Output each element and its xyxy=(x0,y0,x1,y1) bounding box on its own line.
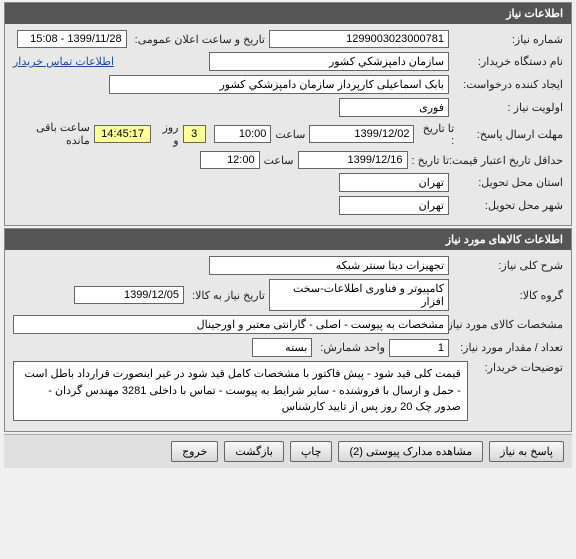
requester-label: ایجاد کننده درخواست: xyxy=(453,78,563,91)
validity-label: حداقل تاریخ اعتبار قیمت: xyxy=(453,154,563,167)
days-label: روز و xyxy=(155,121,178,147)
requester-field: بابک اسماعیلی کارپرداز سازمان دامپزشکي ک… xyxy=(109,75,449,94)
buyer-org-label: نام دستگاه خریدار: xyxy=(453,55,563,68)
unit-label: واحد شمارش: xyxy=(316,341,385,354)
deadline-date: 1399/12/02 xyxy=(309,125,414,143)
province-field: تهران xyxy=(339,173,449,192)
unit-field: بسته xyxy=(252,338,312,357)
respond-button[interactable]: پاسخ به نیاز xyxy=(489,441,564,462)
need-info-header: اطلاعات نیاز xyxy=(5,3,571,24)
specs-field: مشخصات به پیوست - اصلی - گارانتی معتبر و… xyxy=(13,315,449,334)
qty-field: 1 xyxy=(389,339,449,357)
time-label-1: ساعت xyxy=(275,128,305,141)
group-label: گروه کالا: xyxy=(453,289,563,302)
province-label: استان محل تحویل: xyxy=(453,176,563,189)
priority-label: اولویت نیاز : xyxy=(453,101,563,114)
deadline-time: 10:00 xyxy=(214,125,272,143)
attachments-button[interactable]: مشاهده مدارک پیوستی (2) xyxy=(338,441,483,462)
need-info-panel: اطلاعات نیاز شماره نیاز: 129900302300078… xyxy=(4,2,572,226)
days-remaining: 3 xyxy=(183,125,206,143)
specs-label: مشخصات کالای مورد نیاز: xyxy=(453,318,563,331)
validity-time: 12:00 xyxy=(200,151,260,169)
announce-label: تاریخ و ساعت اعلان عمومی: xyxy=(131,33,265,46)
qty-label: تعداد / مقدار مورد نیاز: xyxy=(453,341,563,354)
need-number-field: 1299003023000781 xyxy=(269,30,449,48)
need-date-field: 1399/12/05 xyxy=(74,286,184,304)
buyer-notes-field: قیمت کلی قید شود - پیش فاکتور با مشخصات … xyxy=(13,361,468,421)
announce-value: 1399/11/28 - 15:08 xyxy=(17,30,127,48)
button-bar: پاسخ به نیاز مشاهده مدارک پیوستی (2) چاپ… xyxy=(4,434,572,468)
validity-date: 1399/12/16 xyxy=(298,151,408,169)
priority-field: فوری xyxy=(339,98,449,117)
deadline-label: مهلت ارسال پاسخ: xyxy=(458,128,563,141)
until-label: تا تاریخ : xyxy=(418,122,454,147)
group-field: کامپیوتر و فناوری اطلاعات-سخت افزار xyxy=(269,279,449,311)
goods-info-header: اطلاعات کالاهای مورد نیاز xyxy=(5,229,571,250)
buyer-contact-link[interactable]: اطلاعات تماس خریدار xyxy=(13,55,114,68)
city-label: شهر محل تحویل: xyxy=(453,199,563,212)
buyer-notes-label: توضیحات خریدار: xyxy=(472,361,563,374)
need-number-label: شماره نیاز: xyxy=(453,33,563,46)
need-date-label: تاریخ نیاز به کالا: xyxy=(188,289,265,302)
city-field: تهران xyxy=(339,196,449,215)
countdown: 14:45:17 xyxy=(94,125,152,143)
back-button[interactable]: بازگشت xyxy=(224,441,284,462)
validity-until-label: تا تاریخ : xyxy=(412,154,449,167)
time-label-2: ساعت xyxy=(264,154,294,167)
print-button[interactable]: چاپ xyxy=(290,441,333,462)
general-desc-label: شرح کلی نیاز: xyxy=(453,259,563,272)
remaining-label: ساعت باقی مانده xyxy=(13,121,90,147)
buyer-org-field: سازمان دامپزشکي کشور xyxy=(209,52,449,71)
goods-info-panel: اطلاعات کالاهای مورد نیاز شرح کلی نیاز: … xyxy=(4,228,572,432)
general-desc-field: تجهیزات دیتا سنتر شبکه xyxy=(209,256,449,275)
exit-button[interactable]: خروج xyxy=(171,441,218,462)
